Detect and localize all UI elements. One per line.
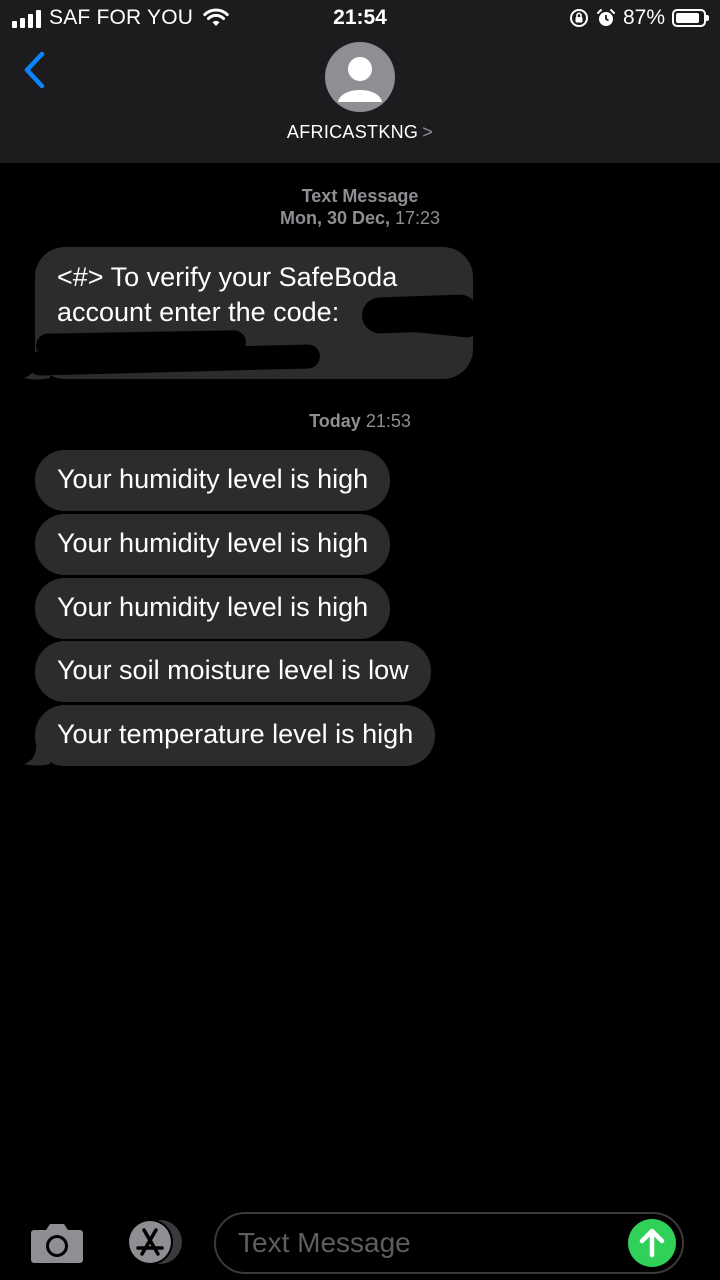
message-text: Your humidity level is high <box>57 528 369 558</box>
first-group-timestamp: Mon, 30 Dec, 17:23 <box>0 207 720 229</box>
contact-name: AFRICASTKNG <box>286 122 419 142</box>
conversation-header: AFRICASTKNG > <box>0 36 720 163</box>
battery-icon <box>672 9 709 27</box>
contact-avatar-icon[interactable] <box>325 42 395 112</box>
back-chevron-icon[interactable] <box>20 50 50 90</box>
message-bubble[interactable]: Your humidity level is high <box>35 450 391 511</box>
message-type-label: Text Message <box>301 186 419 206</box>
alarm-icon <box>596 9 615 26</box>
status-right: 87% <box>569 6 709 30</box>
message-text: Your soil moisture level is low <box>57 655 409 685</box>
battery-fill <box>676 13 699 23</box>
orientation-lock-icon <box>569 9 588 27</box>
app-store-icon[interactable] <box>120 1218 184 1266</box>
first-group-date: Mon, 30 Dec, <box>279 208 390 228</box>
second-group-day: Today <box>309 411 361 431</box>
message-text: Your temperature level is high <box>57 719 414 749</box>
message-text: Your humidity level is high <box>57 592 369 622</box>
compose-bar <box>0 1200 720 1280</box>
camera-icon[interactable] <box>30 1220 84 1264</box>
chevron-right-icon: > <box>422 122 434 142</box>
message-text: <#> To verify your SafeBoda account ente… <box>57 262 398 327</box>
message-bubble[interactable]: Your temperature level is high <box>35 705 436 766</box>
message-input-field[interactable] <box>214 1212 684 1274</box>
first-group-time: 17:23 <box>395 208 441 228</box>
message-bubble[interactable]: Your soil moisture level is low <box>35 641 431 702</box>
battery-percent: 87% <box>622 6 665 29</box>
send-button[interactable] <box>628 1219 676 1267</box>
message-bubble[interactable]: Your humidity level is high <box>35 578 391 639</box>
message-input[interactable] <box>238 1226 618 1260</box>
message-text: Your humidity level is high <box>57 464 369 494</box>
second-group-time: 21:53 <box>365 411 411 431</box>
contact-name-button[interactable]: AFRICASTKNG > <box>0 122 720 143</box>
message-bubble[interactable]: Your humidity level is high <box>35 514 391 575</box>
send-arrow-icon <box>639 1228 665 1258</box>
status-bar: SAF FOR YOU 21:54 87% <box>0 0 720 36</box>
bubble-tail <box>24 746 50 766</box>
second-group-timestamp: Today 21:53 <box>0 410 720 432</box>
